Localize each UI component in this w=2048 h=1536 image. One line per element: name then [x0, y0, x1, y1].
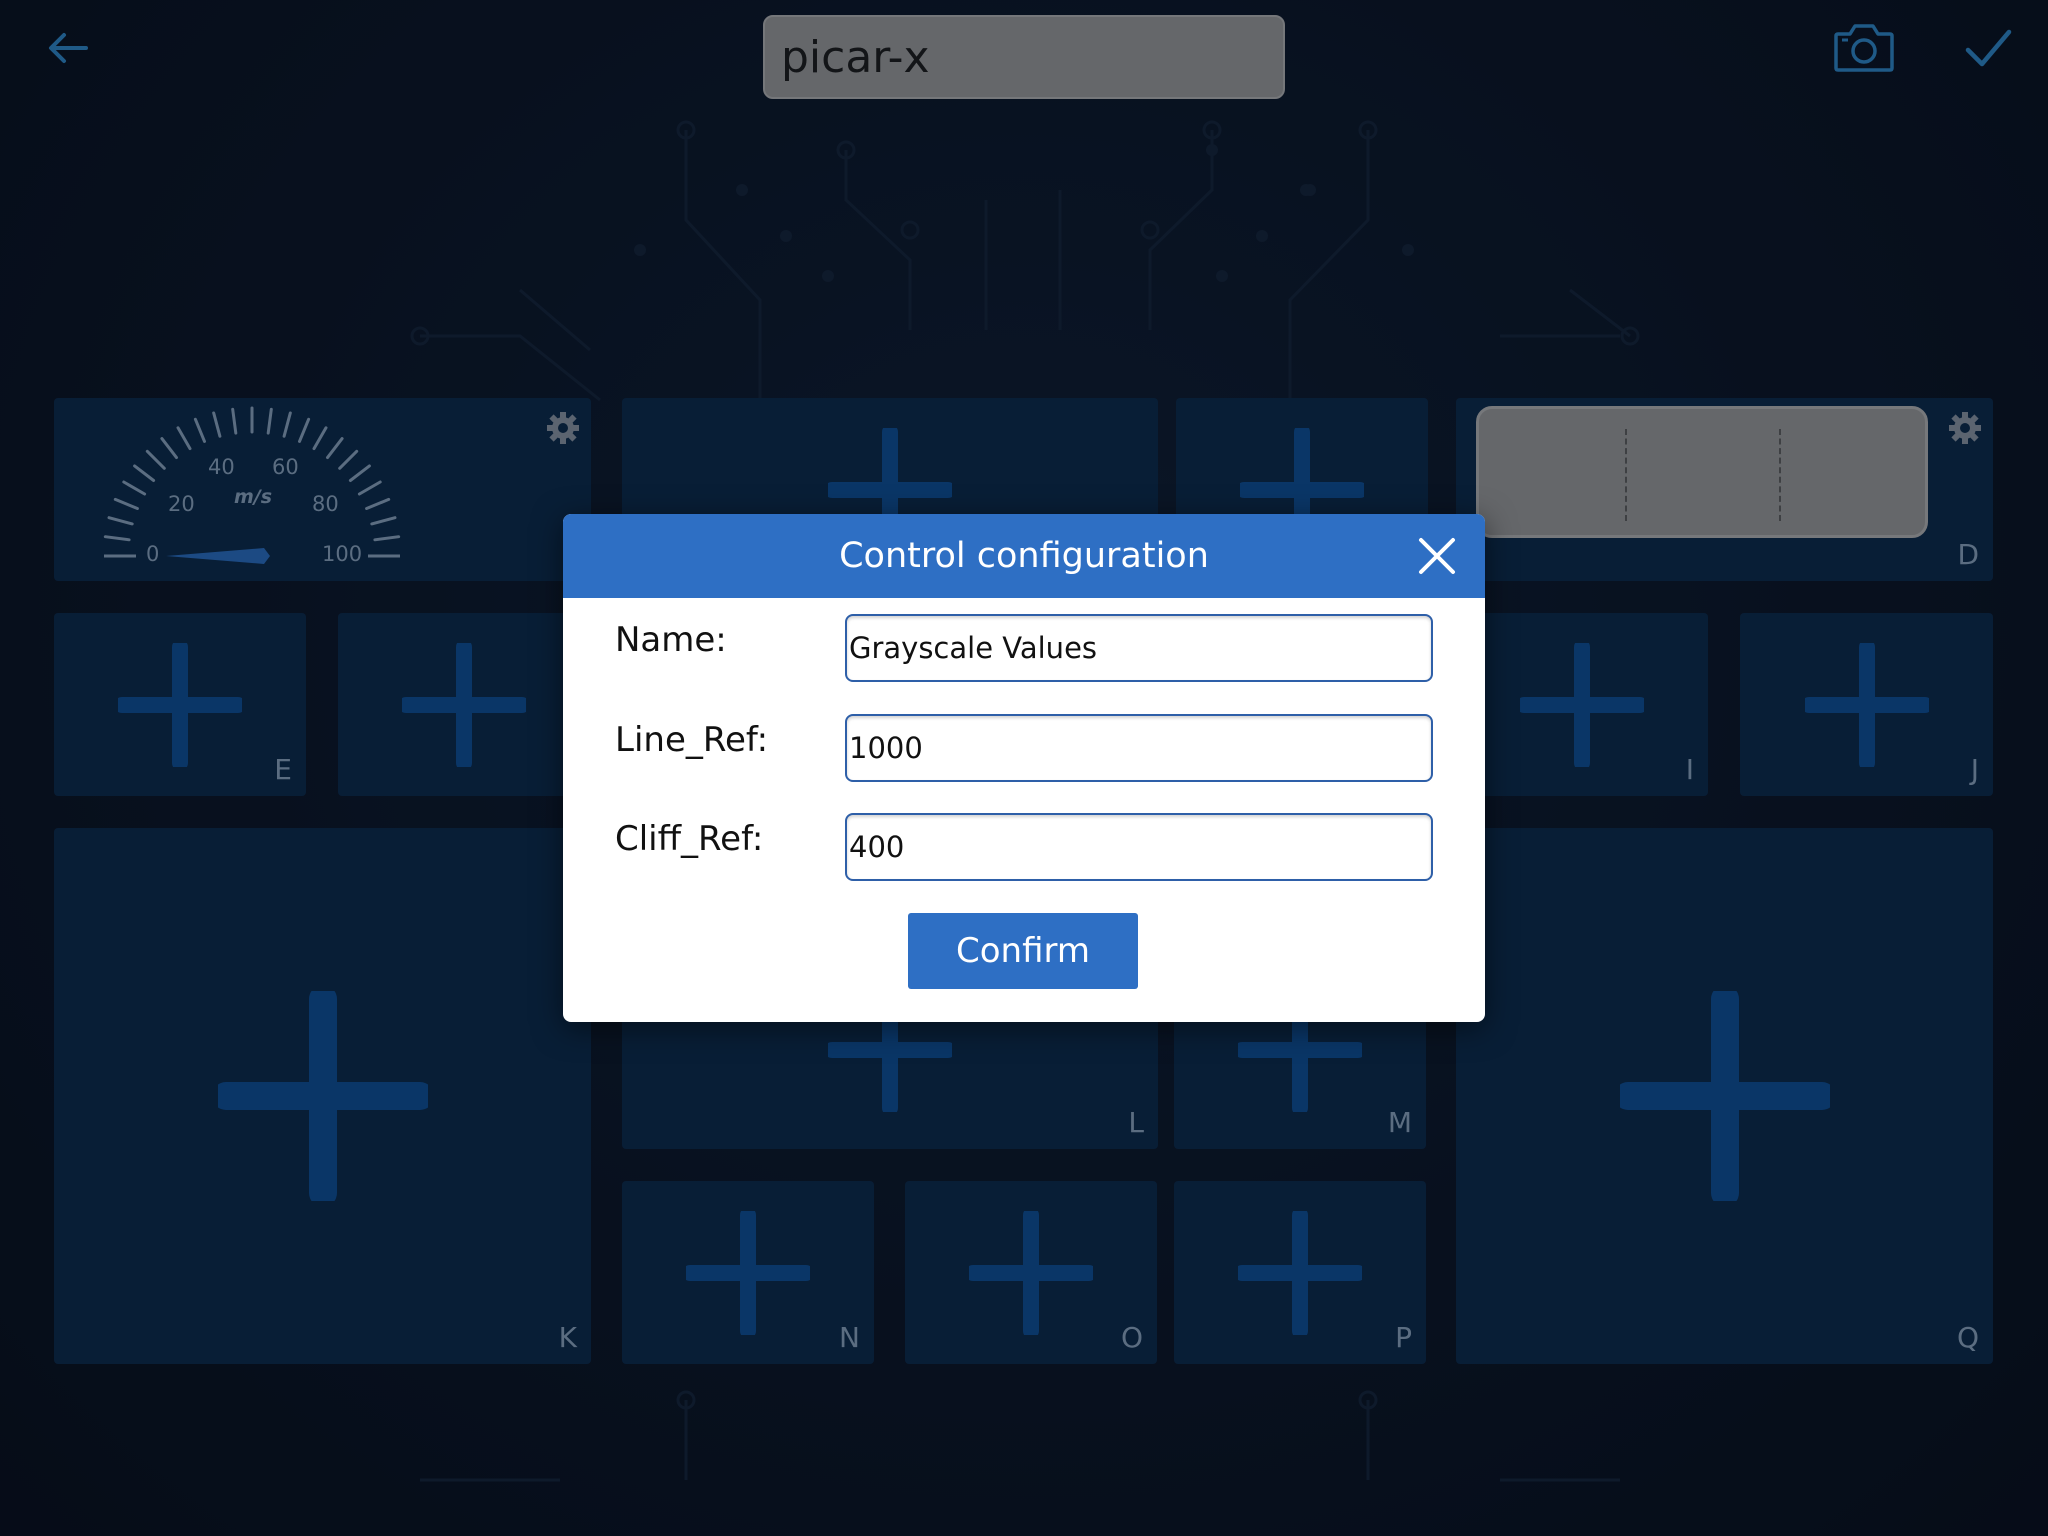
dialog-title: Control configuration [839, 536, 1209, 576]
dialog-header: Control configuration [563, 514, 1485, 598]
line-ref-label: Line_Ref: [615, 720, 769, 760]
name-label: Name: [615, 620, 727, 660]
confirm-button[interactable]: Confirm [908, 913, 1138, 989]
name-field[interactable] [845, 614, 1433, 682]
close-icon[interactable] [1417, 536, 1457, 576]
cliff-ref-label: Cliff_Ref: [615, 819, 764, 859]
control-configuration-dialog: Control configuration Name: Line_Ref: Cl… [563, 514, 1485, 1022]
cliff-ref-field[interactable] [845, 813, 1433, 881]
line-ref-field[interactable] [845, 714, 1433, 782]
